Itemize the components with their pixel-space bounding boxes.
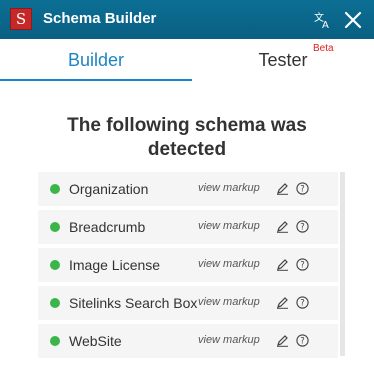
schema-name: Organization bbox=[69, 181, 149, 197]
schema-name: Sitelinks Search Box bbox=[69, 295, 198, 311]
translate-icon[interactable]: 文 A bbox=[314, 11, 332, 29]
schema-row: Breadcrumb view markup ? bbox=[38, 210, 338, 244]
list-scrollbar[interactable] bbox=[340, 172, 345, 356]
schema-row: Organization view markup ? bbox=[38, 172, 338, 206]
svg-text:?: ? bbox=[300, 261, 305, 271]
edit-icon[interactable] bbox=[276, 182, 289, 195]
help-icon[interactable]: ? bbox=[296, 334, 309, 347]
schema-name: WebSite bbox=[69, 333, 122, 349]
tab-builder[interactable]: Builder bbox=[0, 50, 192, 71]
schema-name: Image License bbox=[69, 257, 161, 273]
view-markup-link[interactable]: view markup bbox=[198, 334, 260, 346]
view-markup-link[interactable]: view markup bbox=[198, 220, 260, 232]
edit-icon[interactable] bbox=[276, 334, 289, 347]
schema-row: Sitelinks Search Box view markup ? bbox=[38, 286, 338, 320]
edit-icon[interactable] bbox=[276, 258, 289, 271]
svg-text:?: ? bbox=[300, 299, 305, 309]
status-dot bbox=[50, 260, 60, 270]
help-icon[interactable]: ? bbox=[296, 258, 309, 271]
help-icon[interactable]: ? bbox=[296, 220, 309, 233]
title-bar: S Schema Builder 文 A bbox=[0, 0, 374, 39]
app-title: Schema Builder bbox=[43, 10, 157, 27]
svg-text:?: ? bbox=[300, 337, 305, 347]
schema-row: WebSite view markup ? bbox=[38, 324, 338, 358]
app-logo: S bbox=[10, 8, 32, 30]
edit-icon[interactable] bbox=[276, 220, 289, 233]
status-dot bbox=[50, 222, 60, 232]
edit-icon[interactable] bbox=[276, 296, 289, 309]
tab-tester[interactable]: Tester bbox=[192, 50, 374, 71]
help-icon[interactable]: ? bbox=[296, 182, 309, 195]
svg-text:A: A bbox=[322, 20, 329, 29]
beta-badge: Beta bbox=[313, 43, 334, 54]
status-dot bbox=[50, 336, 60, 346]
status-dot bbox=[50, 298, 60, 308]
status-dot bbox=[50, 184, 60, 194]
page-heading: The following schema was detected bbox=[67, 115, 307, 160]
svg-text:?: ? bbox=[300, 223, 305, 233]
view-markup-link[interactable]: view markup bbox=[198, 296, 260, 308]
view-markup-link[interactable]: view markup bbox=[198, 258, 260, 270]
active-tab-indicator bbox=[0, 79, 192, 81]
svg-text:?: ? bbox=[300, 185, 305, 195]
schema-name: Breadcrumb bbox=[69, 219, 146, 235]
close-icon[interactable] bbox=[344, 11, 362, 29]
schema-row: Image License view markup ? bbox=[38, 248, 338, 282]
view-markup-link[interactable]: view markup bbox=[198, 182, 260, 194]
help-icon[interactable]: ? bbox=[296, 296, 309, 309]
